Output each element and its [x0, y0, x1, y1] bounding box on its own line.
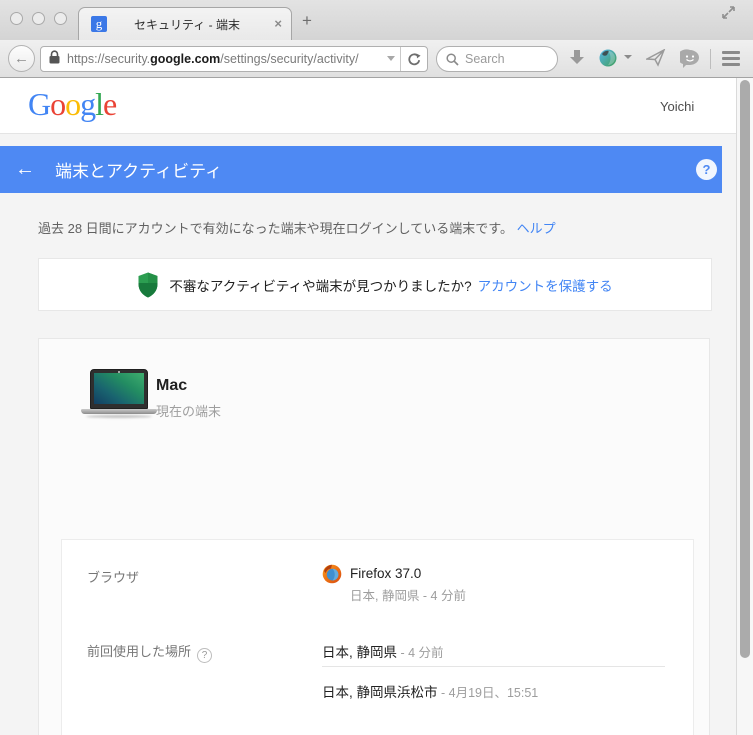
page-back-arrow-icon[interactable]: ←	[15, 158, 35, 181]
security-banner: 不審なアクティビティや端末が見つかりましたか? アカウントを保護する	[38, 258, 712, 311]
logo-letter: o	[65, 86, 81, 122]
entry-separator	[322, 666, 665, 667]
window-zoom-button[interactable]	[54, 12, 67, 25]
chat-bubble-icon[interactable]	[677, 49, 700, 73]
device-status: 現在の端末	[156, 404, 222, 419]
firefox-icon	[322, 564, 342, 589]
downloads-icon[interactable]	[568, 49, 586, 71]
page-title-bar: ← 端末とアクティビティ ?	[0, 146, 722, 193]
intro-sentence: 過去 28 日間にアカウントで有効になった端末や現在ログインしている端末です。	[38, 221, 513, 236]
site-header: Google Yoichi	[0, 78, 736, 134]
browser-value: Firefox 37.0	[350, 566, 422, 581]
location-label-text: 前回使用した場所	[87, 644, 192, 659]
secure-account-link[interactable]: アカウントを保護する	[478, 275, 613, 295]
intro-text: 過去 28 日間にアカウントで有効になった端末や現在ログインしている端末です。 …	[38, 218, 556, 237]
location-place: 日本, 静岡県浜松市	[322, 685, 438, 700]
fullscreen-expand-icon[interactable]	[721, 5, 736, 25]
extension-globe-icon[interactable]	[598, 48, 618, 73]
window-close-button[interactable]	[10, 12, 23, 25]
search-bar[interactable]: Search	[436, 46, 558, 72]
banner-question: 不審なアクティビティや端末が見つかりましたか?	[169, 278, 472, 294]
location-time: - 4 分前	[397, 646, 444, 660]
extension-dropdown-icon[interactable]	[624, 55, 632, 59]
tab-close-icon[interactable]: ×	[274, 16, 282, 31]
green-shield-icon	[138, 272, 158, 297]
device-details-panel: ブラウザ Firefox 37.0 日本, 静岡県 - 4 分前 前回使用した場…	[61, 539, 694, 735]
logo-letter: e	[103, 86, 117, 122]
location-place: 日本, 静岡県	[322, 645, 398, 660]
share-plane-icon[interactable]	[644, 48, 666, 72]
back-button[interactable]: ←	[8, 45, 35, 72]
location-entry: 日本, 静岡県浜松市 - 4月19日、15:51	[322, 681, 538, 702]
logo-letter: G	[28, 86, 51, 122]
help-link[interactable]: ヘルプ	[517, 221, 556, 236]
menu-icon[interactable]	[722, 51, 740, 69]
browser-row-label: ブラウザ	[87, 570, 140, 585]
logo-letter: l	[95, 86, 104, 122]
tab-strip: g セキュリティ - 端末 × +	[0, 0, 753, 40]
navigation-toolbar: ← https://security.google.com/settings/s…	[0, 40, 753, 78]
google-favicon-icon: g	[91, 16, 107, 32]
device-name: Mac	[156, 377, 188, 394]
reload-button[interactable]	[400, 47, 427, 71]
url-domain: google.com	[150, 52, 221, 66]
google-logo[interactable]: Google	[28, 86, 117, 123]
url-dropdown-icon[interactable]	[387, 56, 395, 61]
url-scheme: https://security.	[67, 52, 151, 66]
tab-title: セキュリティ - 端末	[134, 17, 240, 32]
location-time: - 4月19日、15:51	[437, 686, 539, 700]
account-user-name[interactable]: Yoichi	[660, 99, 694, 114]
device-card: Mac 現在の端末 ブラウザ Firefox 37.0 日本, 静岡県 - 4 …	[38, 338, 710, 735]
page-title: 端末とアクティビティ	[55, 162, 223, 181]
browser-tab[interactable]: g セキュリティ - 端末 ×	[78, 7, 292, 40]
logo-letter: o	[50, 86, 66, 122]
url-bar[interactable]: https://security.google.com/settings/sec…	[40, 46, 428, 72]
toolbar-separator	[710, 49, 711, 69]
url-text: https://security.google.com/settings/sec…	[67, 52, 359, 66]
page-content: Google Yoichi ← 端末とアクティビティ ? 過去 28 日間にアカ…	[0, 78, 753, 735]
help-icon[interactable]: ?	[696, 159, 717, 180]
location-entry: 日本, 静岡県 - 4 分前	[322, 641, 444, 662]
https-lock-icon	[49, 49, 60, 69]
mac-device-image	[81, 369, 157, 418]
scrollbar-track[interactable]	[736, 78, 753, 735]
new-tab-button[interactable]: +	[302, 11, 312, 31]
scrollbar-thumb[interactable]	[740, 80, 750, 658]
logo-letter: g	[80, 86, 96, 122]
window-minimize-button[interactable]	[32, 12, 45, 25]
question-circle-icon[interactable]: ?	[197, 648, 213, 663]
url-path: /settings/security/activity/	[220, 52, 359, 66]
search-placeholder: Search	[465, 52, 505, 66]
browser-meta: 日本, 静岡県 - 4 分前	[350, 589, 466, 603]
search-icon	[446, 52, 459, 66]
location-row-label: 前回使用した場所?	[87, 641, 213, 663]
browser-window: g セキュリティ - 端末 × + ← https://security.goo…	[0, 0, 753, 735]
